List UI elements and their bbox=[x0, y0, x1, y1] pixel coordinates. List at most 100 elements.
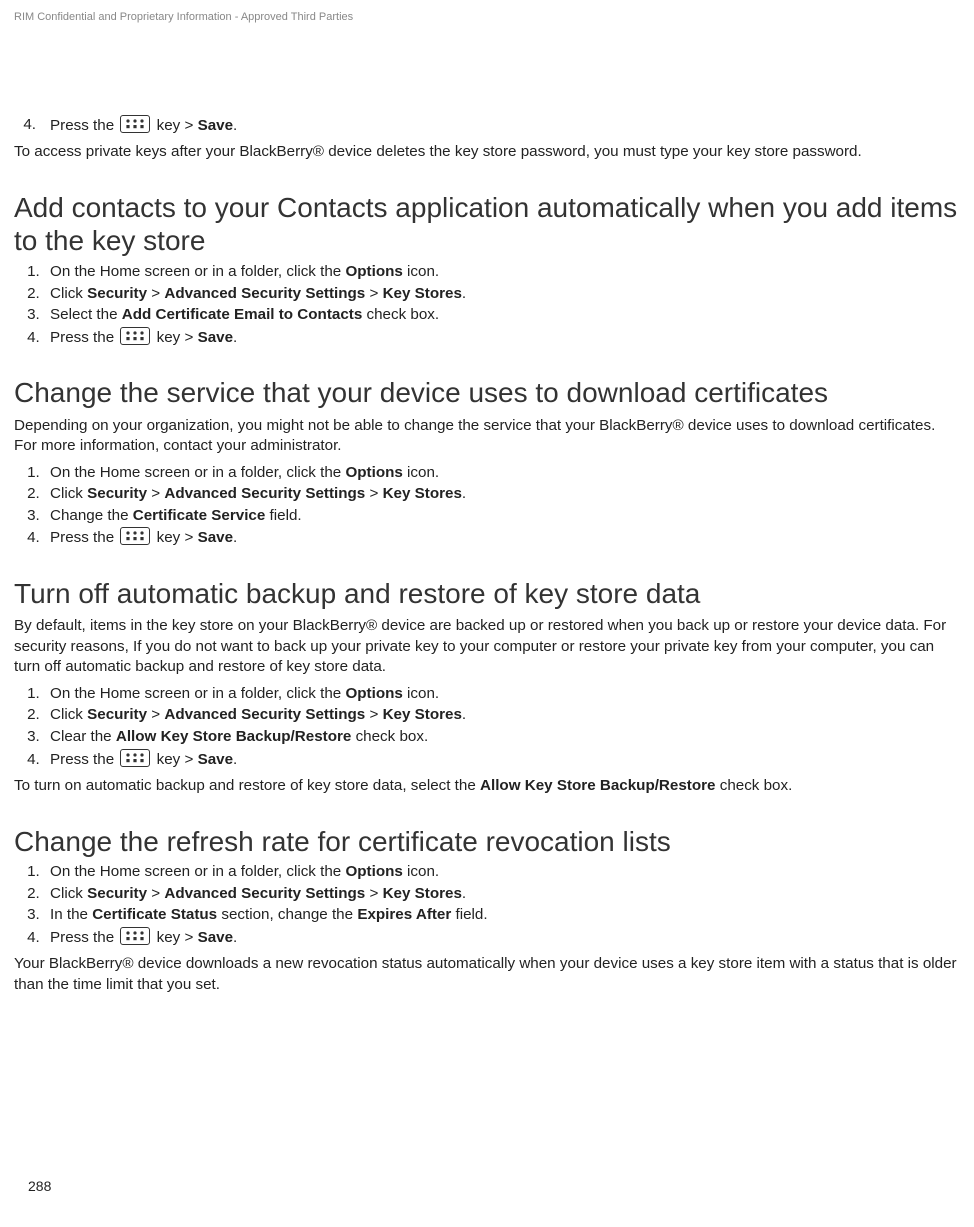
key-stores-label: Key Stores bbox=[383, 885, 462, 902]
text: Click bbox=[50, 706, 87, 723]
security-label: Security bbox=[87, 885, 147, 902]
text: In the bbox=[50, 906, 92, 923]
orphan-step-4: 4. Press the key > Save. bbox=[14, 115, 960, 137]
text: field. bbox=[265, 507, 301, 524]
text: check box. bbox=[362, 306, 439, 323]
steps-list: On the Home screen or in a folder, click… bbox=[14, 862, 960, 948]
text: To turn on automatic backup and restore … bbox=[14, 777, 480, 794]
adv-security-label: Advanced Security Settings bbox=[164, 285, 365, 302]
save-label: Save bbox=[198, 329, 233, 346]
text: . bbox=[233, 929, 237, 946]
text: Press the bbox=[50, 329, 118, 346]
text: key > bbox=[157, 529, 198, 546]
text: > bbox=[147, 706, 164, 723]
text: icon. bbox=[403, 263, 439, 280]
text: > bbox=[147, 485, 164, 502]
list-item: On the Home screen or in a folder, click… bbox=[44, 262, 960, 283]
adv-security-label: Advanced Security Settings bbox=[164, 706, 365, 723]
list-item: Click Security > Advanced Security Setti… bbox=[44, 484, 960, 505]
text: icon. bbox=[403, 464, 439, 481]
list-item: On the Home screen or in a folder, click… bbox=[44, 684, 960, 705]
text: > bbox=[147, 285, 164, 302]
text: . bbox=[462, 706, 466, 723]
text: Press the bbox=[50, 751, 118, 768]
text: Click bbox=[50, 485, 87, 502]
menu-key-icon bbox=[120, 749, 150, 767]
text: On the Home screen or in a folder, click… bbox=[50, 464, 345, 481]
adv-security-label: Advanced Security Settings bbox=[164, 485, 365, 502]
list-item: In the Certificate Status section, chang… bbox=[44, 905, 960, 926]
adv-security-label: Advanced Security Settings bbox=[164, 885, 365, 902]
note-paragraph: To turn on automatic backup and restore … bbox=[14, 776, 960, 797]
text: . bbox=[462, 885, 466, 902]
text: icon. bbox=[403, 863, 439, 880]
save-label: Save bbox=[198, 751, 233, 768]
steps-list: On the Home screen or in a folder, click… bbox=[14, 684, 960, 770]
save-label: Save bbox=[198, 529, 233, 546]
confidential-header: RIM Confidential and Proprietary Informa… bbox=[14, 10, 960, 25]
step-number: 4. bbox=[14, 115, 36, 136]
menu-key-icon bbox=[120, 327, 150, 345]
text: . bbox=[233, 751, 237, 768]
list-item: Clear the Allow Key Store Backup/Restore… bbox=[44, 727, 960, 748]
expires-after-label: Expires After bbox=[357, 906, 451, 923]
backup-restore-label: Allow Key Store Backup/Restore bbox=[480, 777, 715, 794]
text: > bbox=[365, 285, 382, 302]
list-item: On the Home screen or in a folder, click… bbox=[44, 463, 960, 484]
text: Change the bbox=[50, 507, 133, 524]
text: > bbox=[365, 885, 382, 902]
options-label: Options bbox=[345, 685, 402, 702]
text: field. bbox=[451, 906, 487, 923]
text: Clear the bbox=[50, 728, 116, 745]
text: key > bbox=[157, 929, 198, 946]
heading-turn-off-backup: Turn off automatic backup and restore of… bbox=[14, 577, 960, 611]
intro-paragraph: By default, items in the key store on yo… bbox=[14, 616, 960, 678]
text: > bbox=[365, 706, 382, 723]
options-label: Options bbox=[345, 464, 402, 481]
options-label: Options bbox=[345, 863, 402, 880]
key-stores-label: Key Stores bbox=[383, 485, 462, 502]
menu-key-icon bbox=[120, 115, 150, 133]
list-item: Change the Certificate Service field. bbox=[44, 506, 960, 527]
heading-change-service: Change the service that your device uses… bbox=[14, 376, 960, 410]
text: Select the bbox=[50, 306, 122, 323]
list-item: Click Security > Advanced Security Setti… bbox=[44, 284, 960, 305]
text: Press the bbox=[50, 929, 118, 946]
cert-status-label: Certificate Status bbox=[92, 906, 217, 923]
text: check box. bbox=[716, 777, 793, 794]
steps-list: On the Home screen or in a folder, click… bbox=[14, 262, 960, 348]
menu-key-icon bbox=[120, 527, 150, 545]
text: On the Home screen or in a folder, click… bbox=[50, 263, 345, 280]
text: . bbox=[462, 485, 466, 502]
text: On the Home screen or in a folder, click… bbox=[50, 863, 345, 880]
text: key > bbox=[157, 329, 198, 346]
list-item: Select the Add Certificate Email to Cont… bbox=[44, 305, 960, 326]
text: Click bbox=[50, 285, 87, 302]
text: . bbox=[233, 329, 237, 346]
text: . bbox=[233, 529, 237, 546]
list-item: On the Home screen or in a folder, click… bbox=[44, 862, 960, 883]
note-paragraph: Your BlackBerry® device downloads a new … bbox=[14, 954, 960, 995]
security-label: Security bbox=[87, 706, 147, 723]
text: . bbox=[233, 117, 237, 134]
text: Press the bbox=[50, 117, 118, 134]
text: > bbox=[147, 885, 164, 902]
list-item: Press the key > Save. bbox=[44, 749, 960, 771]
text: . bbox=[462, 285, 466, 302]
key-stores-label: Key Stores bbox=[383, 706, 462, 723]
cert-service-label: Certificate Service bbox=[133, 507, 266, 524]
menu-key-icon bbox=[120, 927, 150, 945]
save-label: Save bbox=[198, 117, 233, 134]
text: Click bbox=[50, 885, 87, 902]
text: On the Home screen or in a folder, click… bbox=[50, 685, 345, 702]
list-item: Press the key > Save. bbox=[44, 327, 960, 349]
checkbox-label: Add Certificate Email to Contacts bbox=[122, 306, 363, 323]
key-stores-label: Key Stores bbox=[383, 285, 462, 302]
backup-restore-label: Allow Key Store Backup/Restore bbox=[116, 728, 351, 745]
text: > bbox=[365, 485, 382, 502]
steps-list: On the Home screen or in a folder, click… bbox=[14, 463, 960, 549]
heading-refresh-rate: Change the refresh rate for certificate … bbox=[14, 825, 960, 859]
page-number: 288 bbox=[28, 1177, 51, 1196]
text: icon. bbox=[403, 685, 439, 702]
list-item: Click Security > Advanced Security Setti… bbox=[44, 705, 960, 726]
